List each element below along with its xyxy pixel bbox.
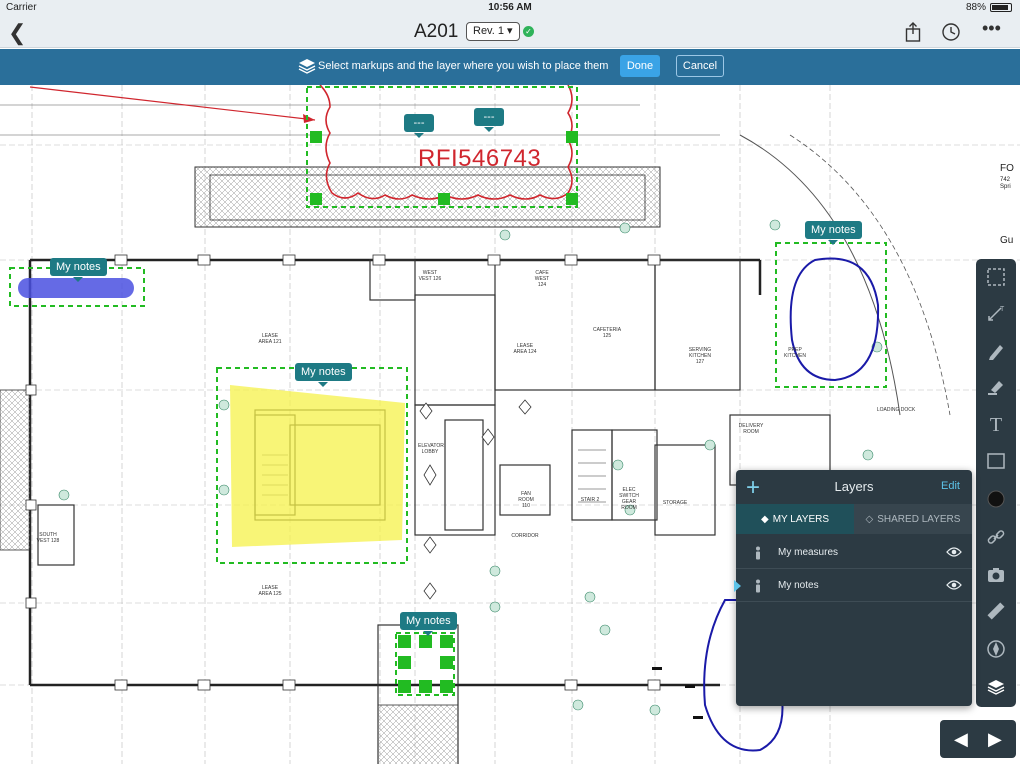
revision-dropdown[interactable]: Rev. 1 ▾	[466, 22, 520, 41]
nav-bar: ❮ A201 Rev. 1 ▾ ✓ •••	[0, 16, 1020, 48]
room-label: LEASE AREA 124	[513, 343, 537, 355]
room-label: FAN ROOM 110	[518, 491, 534, 509]
color-swatch-icon[interactable]	[982, 485, 1010, 513]
room-label: PREP KITCHEN	[784, 347, 806, 359]
layer-name: My measures	[778, 547, 839, 558]
title-block-text: 742	[1000, 177, 1011, 183]
sheet-title: A201	[414, 21, 459, 42]
highlighter-icon[interactable]	[982, 373, 1010, 401]
layers-panel-title: Layers	[834, 479, 874, 494]
tab-my-layers-label: MY LAYERS	[772, 513, 830, 525]
title-block-text: Spri	[1000, 184, 1011, 190]
text-icon[interactable]: T	[982, 411, 1010, 439]
compass-icon[interactable]	[982, 635, 1010, 663]
room-label: SERVING KITCHEN 127	[688, 347, 712, 365]
eye-icon[interactable]	[946, 546, 962, 558]
tab-shared-layers-label: SHARED LAYERS	[877, 513, 961, 525]
select-rect-icon[interactable]	[982, 263, 1010, 291]
app-window: Carrier 10:56 AM 88% ❮ A201 Rev. 1 ▾ ✓ •…	[0, 0, 1020, 764]
instruction-message: Select markups and the layer where you w…	[318, 60, 609, 72]
tab-my-layers[interactable]: ◆ MY LAYERS	[736, 504, 854, 534]
note-bubble-bottom[interactable]: My notes	[400, 612, 457, 636]
layers-icon	[298, 59, 316, 74]
layer-row-my-measures[interactable]: My measures	[736, 536, 972, 569]
eye-icon[interactable]	[946, 579, 962, 591]
next-page-icon[interactable]: ▶	[988, 729, 1002, 750]
caret-down-icon: ▾	[507, 25, 513, 37]
room-label: CORRIDOR	[511, 533, 539, 539]
prev-page-icon[interactable]: ◀	[954, 729, 968, 750]
link-icon[interactable]	[982, 523, 1010, 551]
person-icon	[756, 546, 760, 560]
title-block-text: Gu	[1000, 235, 1014, 246]
page-navigator: ◀ ▶	[940, 720, 1016, 758]
measure-icon[interactable]	[982, 597, 1010, 625]
room-label: WEST VEST 126	[418, 270, 442, 282]
note-bubble-left[interactable]: My notes	[50, 258, 107, 282]
edit-layers-button[interactable]: Edit	[941, 480, 960, 492]
check-circle-icon: ✓	[523, 26, 534, 37]
person-icon	[756, 579, 760, 593]
more-icon[interactable]: •••	[982, 18, 1001, 39]
room-label: DELIVERY ROOM	[738, 423, 764, 435]
tab-shared-layers[interactable]: ◇ SHARED LAYERS	[854, 504, 972, 534]
clock: 10:56 AM	[488, 2, 532, 13]
shared-layers-icon: ◇	[865, 513, 874, 525]
room-label: STORAGE	[662, 500, 688, 506]
room-label: LOADING DOCK	[876, 407, 916, 413]
rectangle-icon[interactable]	[982, 447, 1010, 475]
battery-indicator: 88%	[966, 2, 1012, 13]
layers-icon[interactable]	[982, 673, 1010, 701]
note-bubble-middle[interactable]: My notes	[295, 363, 352, 387]
rfi-markup-text[interactable]: RFI546743	[418, 145, 541, 173]
pen-icon[interactable]	[982, 337, 1010, 365]
camera-icon[interactable]	[982, 561, 1010, 589]
layers-panel: + Layers Edit ◆ MY LAYERS ◇ SHARED LAYER…	[734, 470, 972, 706]
dash-bubble-1[interactable]: ---	[404, 114, 434, 138]
dash-bubble-2[interactable]: ---	[474, 108, 504, 132]
battery-percent: 88%	[965, 2, 986, 13]
room-label: SOUTH VEST 128	[36, 532, 60, 544]
title-block-text: FO	[1000, 163, 1014, 174]
status-bar: Carrier 10:56 AM 88%	[0, 0, 1020, 16]
callout-icon[interactable]: T	[982, 299, 1010, 327]
svg-text:T: T	[1000, 306, 1005, 313]
markup-toolbar: T T	[976, 259, 1016, 707]
user-layers-icon: ◆	[760, 513, 769, 525]
battery-icon	[990, 3, 1012, 12]
selected-indicator	[734, 580, 741, 592]
chevron-left-icon[interactable]: ❮	[8, 20, 26, 46]
revision-label: Rev. 1	[473, 25, 504, 37]
room-label: ELEC SWITCH GEAR ROOM	[619, 487, 639, 511]
note-bubble-right[interactable]: My notes	[805, 221, 862, 245]
room-label: CAFETERIA 125	[592, 327, 622, 339]
clock-icon[interactable]	[941, 22, 961, 47]
room-label: CAFE WEST 124	[534, 270, 550, 288]
share-icon[interactable]	[905, 22, 921, 47]
room-label: ELEVATOR LOBBY	[418, 443, 444, 455]
room-label: LEASE AREA 121	[258, 333, 282, 345]
room-label: STAIR 2	[580, 497, 600, 503]
room-label: LEASE AREA 125	[258, 585, 282, 597]
layer-row-my-notes[interactable]: My notes	[734, 569, 972, 602]
cancel-button[interactable]: Cancel	[676, 55, 724, 77]
layer-name: My notes	[778, 580, 819, 591]
instruction-bar: Select markups and the layer where you w…	[0, 49, 1020, 85]
done-button[interactable]: Done	[620, 55, 660, 77]
layers-tabs: ◆ MY LAYERS ◇ SHARED LAYERS	[736, 504, 972, 534]
